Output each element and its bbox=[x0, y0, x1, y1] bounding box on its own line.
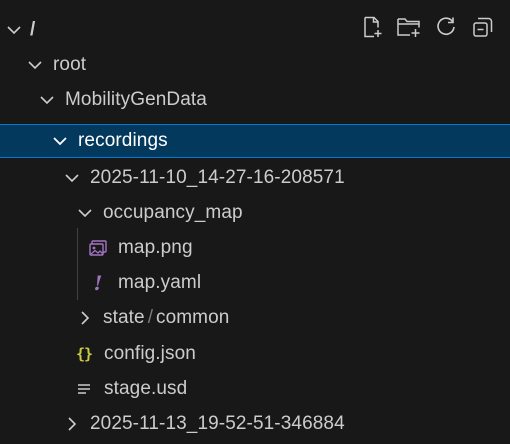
file-explorer: / root MobilityGenData recordings 2025-1… bbox=[0, 0, 510, 444]
tree-item-label: MobilityGenData bbox=[65, 89, 207, 110]
tree-item-recordings[interactable]: recordings bbox=[0, 124, 510, 158]
tree-item-root-dir[interactable]: root bbox=[0, 48, 510, 82]
yaml-file-icon: ! bbox=[93, 271, 103, 295]
tree-item-mobilitygendata[interactable]: MobilityGenData bbox=[0, 83, 510, 117]
tree-item-config-json[interactable]: {} config.json bbox=[0, 337, 510, 371]
image-file-icon bbox=[88, 238, 108, 258]
text-file-icon bbox=[74, 379, 94, 399]
tree-item-recording-2025-11-13[interactable]: 2025-11-13_19-52-51-346884 bbox=[0, 407, 510, 441]
chevron-down-icon bbox=[37, 90, 57, 110]
chevron-down-icon bbox=[25, 55, 45, 75]
tree-item-label-child: common bbox=[155, 307, 230, 328]
tree-item-label: 2025-11-10_14-27-16-208571 bbox=[90, 167, 345, 188]
json-file-icon: {} bbox=[75, 345, 93, 363]
chevron-right-icon bbox=[62, 414, 82, 434]
tree-item-state-common[interactable]: state / common bbox=[0, 301, 510, 335]
tree-item-label: map.yaml bbox=[118, 272, 202, 293]
tree-item-label: occupancy_map bbox=[103, 202, 243, 223]
tree-item-root[interactable]: / bbox=[0, 13, 510, 47]
tree-item-label: / bbox=[30, 19, 36, 40]
tree-item-label: config.json bbox=[104, 343, 196, 364]
chevron-down-icon bbox=[75, 203, 95, 223]
tree-item-label: recordings bbox=[78, 130, 168, 151]
tree-item-label: map.png bbox=[118, 237, 193, 258]
tree-item-map-png[interactable]: map.png bbox=[0, 231, 510, 265]
tree-item-label: state bbox=[103, 307, 145, 328]
tree-item-stage-usd[interactable]: stage.usd bbox=[0, 372, 510, 406]
tree-item-occupancy-map[interactable]: occupancy_map bbox=[0, 196, 510, 230]
chevron-down-icon bbox=[4, 20, 24, 40]
chevron-right-icon bbox=[75, 308, 95, 328]
chevron-down-icon bbox=[62, 168, 82, 188]
tree-item-map-yaml[interactable]: ! map.yaml bbox=[0, 266, 510, 300]
tree-item-label: 2025-11-13_19-52-51-346884 bbox=[90, 413, 345, 434]
tree-item-label: root bbox=[53, 54, 87, 75]
compact-folder-separator: / bbox=[147, 307, 153, 328]
chevron-down-icon bbox=[50, 131, 70, 151]
tree-item-label: stage.usd bbox=[104, 378, 188, 399]
tree-item-recording-2025-11-10[interactable]: 2025-11-10_14-27-16-208571 bbox=[0, 161, 510, 195]
